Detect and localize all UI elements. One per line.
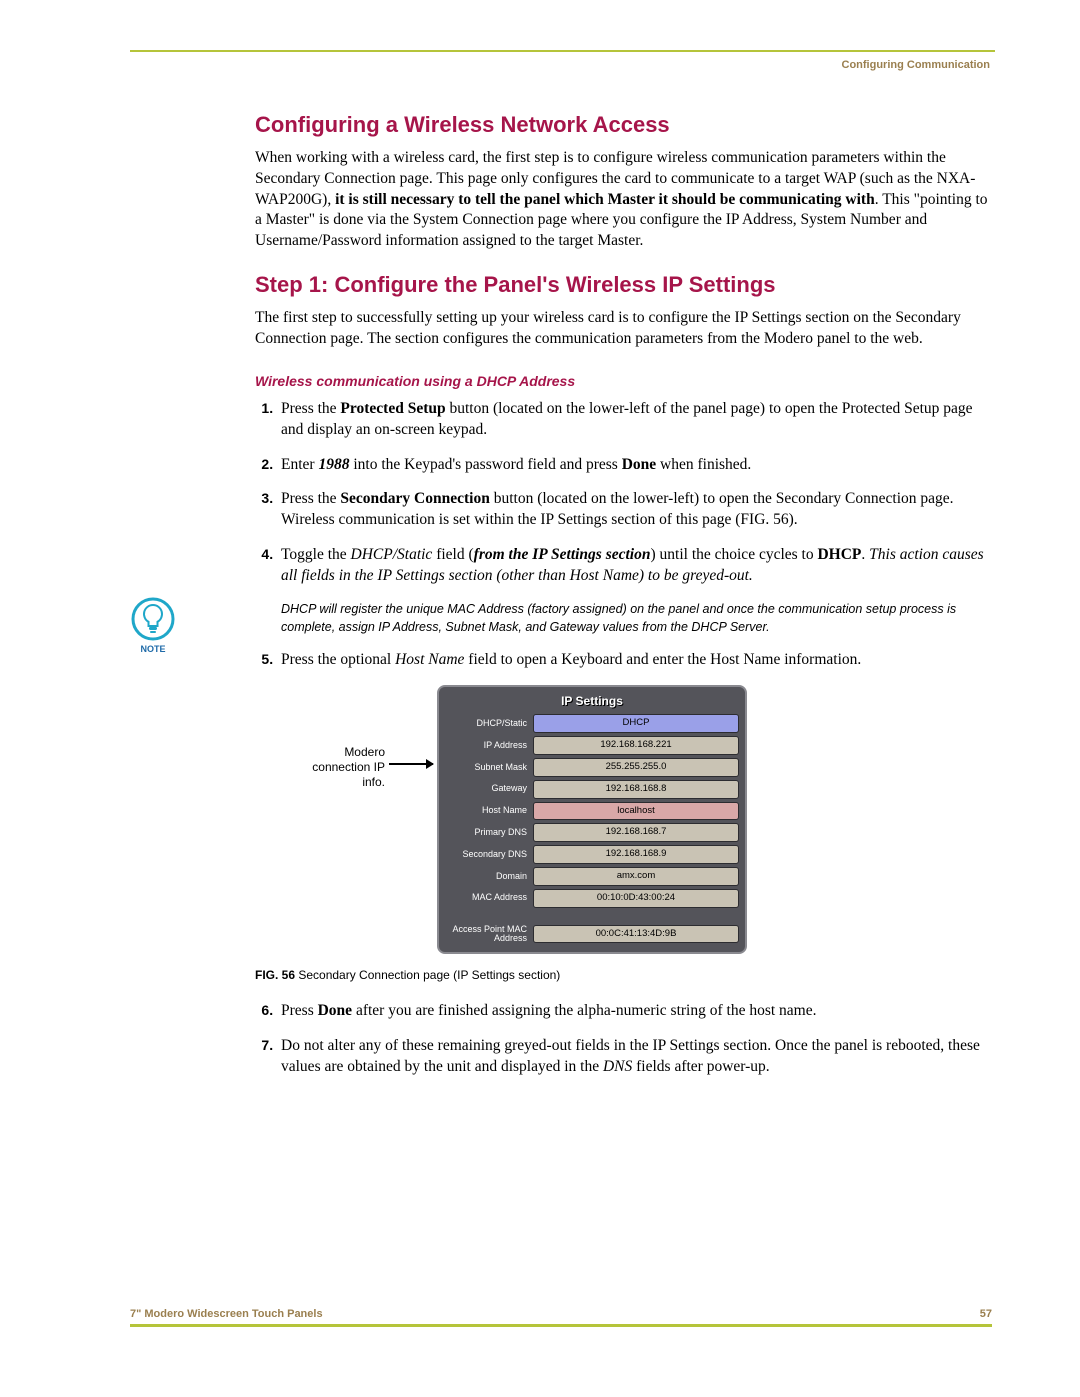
text: after you are finished assigning the alp… (352, 1002, 816, 1019)
note-text: DHCP will register the unique MAC Addres… (255, 601, 990, 636)
heading-2: Step 1: Configure the Panel's Wireless I… (255, 270, 990, 300)
footer-rule (130, 1324, 992, 1327)
footer-left: 7" Modero Widescreen Touch Panels (130, 1307, 323, 1322)
heading-1: Configuring a Wireless Network Access (255, 110, 990, 140)
label: Access Point MAC Address (445, 925, 533, 944)
text: Toggle the (281, 546, 351, 563)
step-6: Press Done after you are finished assign… (277, 1001, 990, 1022)
step-1: Press the Protected Setup button (locate… (277, 399, 990, 441)
text: Press (281, 1002, 318, 1019)
value: 00:10:0D:43:00:24 (533, 889, 739, 908)
text-bold: Protected Setup (340, 400, 445, 417)
step-list-cont2: Press Done after you are finished assign… (255, 1001, 990, 1078)
ip-row-mac: MAC Address00:10:0D:43:00:24 (445, 889, 739, 908)
text: Enter (281, 456, 318, 473)
caption-text: Secondary Connection page (IP Settings s… (295, 968, 560, 982)
paragraph-1: When working with a wireless card, the f… (255, 148, 990, 253)
text: into the Keypad's password field and pre… (349, 456, 621, 473)
label: Domain (445, 872, 533, 881)
ip-row-domain: Domainamx.com (445, 867, 739, 886)
text: . (861, 546, 869, 563)
value: 192.168.168.221 (533, 736, 739, 755)
text-bold: Done (318, 1002, 352, 1019)
ip-row-dhcp: DHCP/StaticDHCP (445, 714, 739, 733)
figure-callout-label: Modero connection IP info. (295, 745, 385, 790)
caption-bold: FIG. 56 (255, 968, 295, 982)
step-2: Enter 1988 into the Keypad's password fi… (277, 455, 990, 476)
text-bold: Secondary Connection (340, 490, 489, 507)
figure-caption: FIG. 56 Secondary Connection page (IP Se… (255, 967, 990, 983)
label: Primary DNS (445, 828, 533, 837)
text: Press the (281, 400, 340, 417)
value: localhost (533, 802, 739, 821)
value: 192.168.168.7 (533, 823, 739, 842)
ip-settings-title: IP Settings (445, 691, 739, 714)
step-4: Toggle the DHCP/Static field (from the I… (277, 545, 990, 587)
header-section: Configuring Communication (842, 58, 990, 73)
top-rule (130, 50, 995, 52)
label: Subnet Mask (445, 763, 533, 772)
value: DHCP (533, 714, 739, 733)
step-list: Press the Protected Setup button (locate… (255, 399, 990, 587)
text: when finished. (656, 456, 751, 473)
step-3: Press the Secondary Connection button (l… (277, 489, 990, 531)
page-number: 57 (980, 1307, 992, 1322)
text: Press the optional (281, 651, 395, 668)
note-label: NOTE (125, 643, 181, 655)
text-bold: DHCP (817, 546, 861, 563)
content-area: Configuring a Wireless Network Access Wh… (255, 110, 990, 1092)
value: 255.255.255.0 (533, 758, 739, 777)
text-bold-italic: 1988 (318, 456, 349, 473)
label: DHCP/Static (445, 719, 533, 728)
figure-56: Modero connection IP info. IP Settings D… (255, 685, 990, 963)
ip-row-hostname: Host Namelocalhost (445, 802, 739, 821)
text-italic: DHCP/Static (351, 546, 433, 563)
value: amx.com (533, 867, 739, 886)
paragraph-2: The first step to successfully setting u… (255, 308, 990, 350)
step-7: Do not alter any of these remaining grey… (277, 1036, 990, 1078)
subheading: Wireless communication using a DHCP Addr… (255, 372, 990, 391)
label: MAC Address (445, 893, 533, 902)
value: 192.168.168.8 (533, 780, 739, 799)
ip-settings-panel: IP Settings DHCP/StaticDHCP IP Address19… (437, 685, 747, 954)
text-italic: DNS (603, 1058, 632, 1075)
arrow-icon (389, 763, 433, 765)
text: field ( (432, 546, 473, 563)
ip-row-ip: IP Address192.168.168.221 (445, 736, 739, 755)
lightbulb-icon (131, 597, 175, 641)
footer: 7" Modero Widescreen Touch Panels 57 (130, 1307, 992, 1327)
value: 192.168.168.9 (533, 845, 739, 864)
ip-row-subnet: Subnet Mask255.255.255.0 (445, 758, 739, 777)
text-bold-italic: from the IP Settings section (474, 546, 651, 563)
ip-row-ap-mac: Access Point MAC Address00:0C:41:13:4D:9… (445, 925, 739, 944)
gap (445, 911, 739, 925)
footer-line: 7" Modero Widescreen Touch Panels 57 (130, 1307, 992, 1322)
ip-row-secondary-dns: Secondary DNS192.168.168.9 (445, 845, 739, 864)
text: Press the (281, 490, 340, 507)
text: field to open a Keyboard and enter the H… (464, 651, 861, 668)
text: fields after power-up. (632, 1058, 769, 1075)
value: 00:0C:41:13:4D:9B (533, 925, 739, 944)
ip-row-primary-dns: Primary DNS192.168.168.7 (445, 823, 739, 842)
text-bold: Done (622, 456, 656, 473)
note-icon: NOTE (125, 597, 181, 655)
text-bold: it is still necessary to tell the panel … (335, 191, 875, 208)
text-italic: Host Name (395, 651, 464, 668)
step-list-cont: Press the optional Host Name field to op… (255, 650, 990, 671)
note-callout: NOTE DHCP will register the unique MAC A… (255, 601, 990, 636)
step-5: Press the optional Host Name field to op… (277, 650, 990, 671)
label: Secondary DNS (445, 850, 533, 859)
label: IP Address (445, 741, 533, 750)
label: Host Name (445, 806, 533, 815)
ip-row-gateway: Gateway192.168.168.8 (445, 780, 739, 799)
label: Gateway (445, 784, 533, 793)
text: ) until the choice cycles to (650, 546, 817, 563)
page: Configuring Communication Configuring a … (0, 0, 1080, 1397)
